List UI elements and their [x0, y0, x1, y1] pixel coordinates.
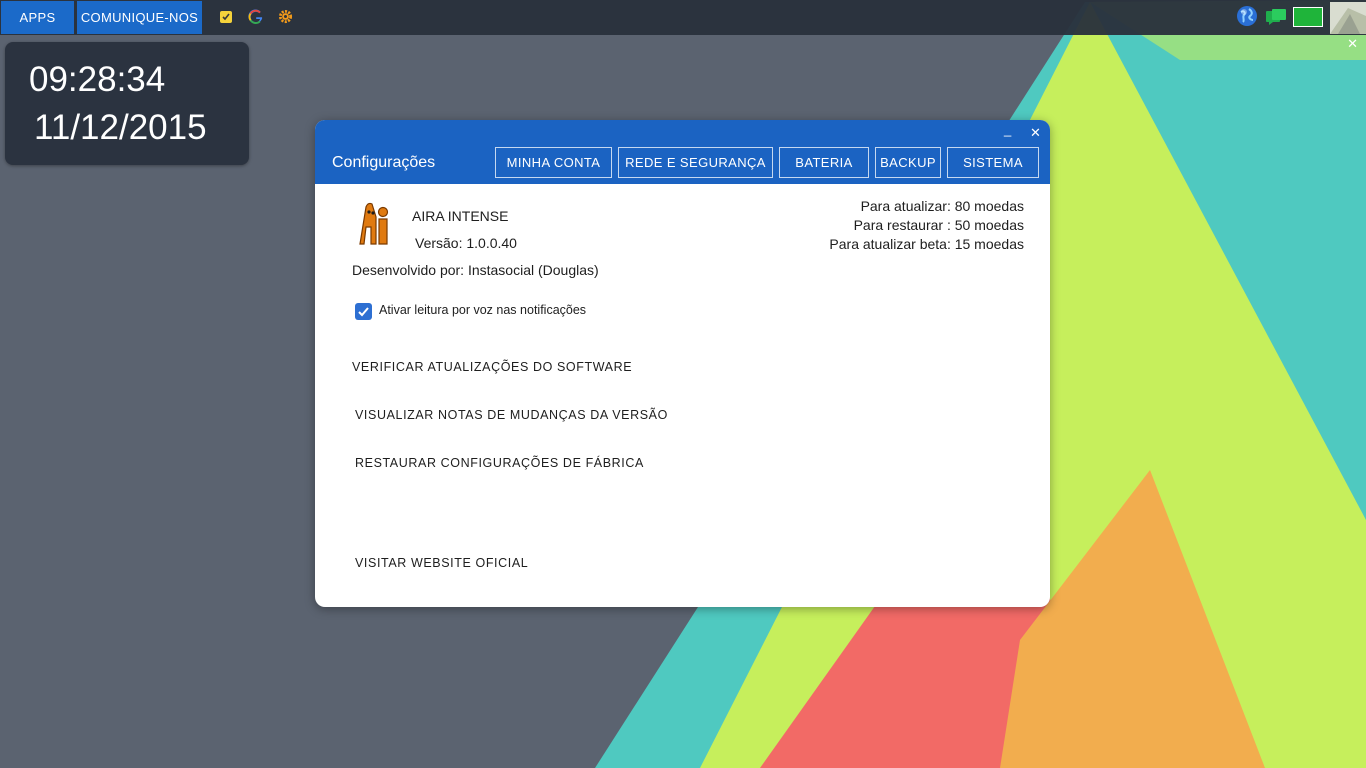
app-version: Versão: 1.0.0.40 — [415, 235, 517, 251]
tray-close-button[interactable]: ✕ — [1347, 36, 1358, 52]
app-name: AIRA INTENSE — [412, 208, 509, 224]
tab-system[interactable]: SISTEMA — [947, 147, 1039, 178]
voice-reading-label[interactable]: Ativar leitura por voz nas notificações — [379, 303, 586, 317]
clock-time: 09:28:34 — [29, 60, 166, 99]
tab-battery[interactable]: BATERIA — [779, 147, 869, 178]
globe-icon[interactable] — [1236, 5, 1258, 27]
minimize-button[interactable]: _ — [1004, 122, 1011, 137]
window-body: AIRA INTENSE Versão: 1.0.0.40 Desenvolvi… — [315, 184, 1050, 607]
battery-icon[interactable] — [1293, 7, 1325, 27]
voice-reading-checkbox[interactable] — [355, 303, 372, 320]
apps-button[interactable]: APPS — [1, 1, 74, 34]
avatar[interactable] — [1330, 2, 1366, 34]
price-beta: Para atualizar beta: 15 moedas — [829, 236, 1024, 252]
notes-icon[interactable] — [217, 8, 234, 25]
tab-my-account[interactable]: MINHA CONTA — [495, 147, 612, 178]
google-icon[interactable] — [247, 8, 264, 25]
visit-website-button[interactable]: VISITAR WEBSITE OFICIAL — [355, 556, 528, 570]
view-release-notes-button[interactable]: VISUALIZAR NOTAS DE MUDANÇAS DA VERSÃO — [355, 408, 668, 422]
gear-icon[interactable] — [277, 8, 294, 25]
check-updates-button[interactable]: VERIFICAR ATUALIZAÇÕES DO SOFTWARE — [352, 360, 632, 374]
clock-date: 11/12/2015 — [34, 108, 207, 147]
desktop: APPS COMUNIQUE-NOS ✕ 09:28:34 11/12/2015… — [0, 0, 1366, 768]
developer-info: Desenvolvido por: Instasocial (Douglas) — [352, 262, 599, 278]
contact-button[interactable]: COMUNIQUE-NOS — [77, 1, 202, 34]
settings-window: Configurações _ ✕ MINHA CONTA REDE E SEG… — [315, 120, 1050, 607]
price-update: Para atualizar: 80 moedas — [860, 198, 1024, 214]
app-logo-icon — [359, 202, 389, 245]
close-button[interactable]: ✕ — [1030, 125, 1041, 141]
chat-icon[interactable] — [1265, 7, 1287, 27]
price-restore: Para restaurar : 50 moedas — [853, 217, 1024, 233]
taskbar: APPS COMUNIQUE-NOS — [0, 0, 1366, 35]
window-title: Configurações — [332, 154, 436, 171]
check-icon — [358, 307, 369, 317]
tab-network-security[interactable]: REDE E SEGURANÇA — [618, 147, 773, 178]
restore-factory-button[interactable]: RESTAURAR CONFIGURAÇÕES DE FÁBRICA — [355, 456, 644, 470]
tab-backup[interactable]: BACKUP — [875, 147, 941, 178]
window-header: Configurações _ ✕ MINHA CONTA REDE E SEG… — [315, 120, 1050, 184]
